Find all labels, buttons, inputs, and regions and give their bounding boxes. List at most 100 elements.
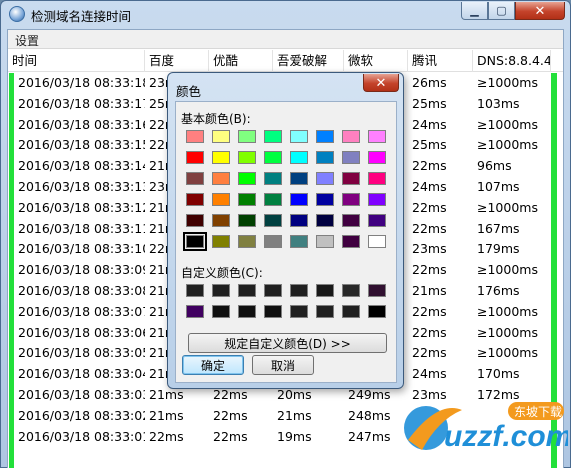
basic-color-swatch[interactable] [186, 130, 204, 143]
custom-color-swatch[interactable] [212, 305, 230, 318]
table-cell: 22ms [213, 428, 248, 444]
basic-color-swatch[interactable] [264, 151, 282, 164]
title-bar[interactable]: 检测域名连接时间 ▁ ▢ ✕ [1, 1, 570, 27]
basic-color-swatch[interactable] [290, 214, 308, 227]
basic-color-swatch[interactable] [264, 214, 282, 227]
basic-color-swatch[interactable] [264, 130, 282, 143]
custom-color-swatch[interactable] [342, 305, 360, 318]
custom-color-swatch[interactable] [186, 305, 204, 318]
basic-color-swatch[interactable] [368, 235, 386, 248]
basic-color-swatch[interactable] [316, 193, 334, 206]
basic-color-swatch[interactable] [238, 172, 256, 185]
basic-color-swatch[interactable] [186, 193, 204, 206]
basic-color-swatch[interactable] [264, 193, 282, 206]
custom-color-swatch[interactable] [264, 284, 282, 297]
basic-color-swatch[interactable] [368, 193, 386, 206]
basic-color-swatch[interactable] [212, 172, 230, 185]
cancel-button[interactable]: 取消 [252, 355, 314, 375]
basic-color-swatch[interactable] [342, 151, 360, 164]
basic-color-swatch[interactable] [290, 172, 308, 185]
basic-color-swatch[interactable] [186, 214, 204, 227]
column-header[interactable]: 微软 [344, 50, 408, 72]
table-cell: 22ms [412, 220, 447, 236]
table-cell: 176ms [477, 283, 520, 298]
basic-color-swatch[interactable] [264, 172, 282, 185]
basic-color-swatch[interactable] [368, 172, 386, 185]
basic-color-swatch[interactable] [238, 130, 256, 143]
dialog-title: 颜色 [176, 84, 202, 99]
table-cell: ≥1000ms [477, 199, 538, 215]
column-header[interactable]: 百度 [145, 50, 209, 72]
basic-colors-label: 基本颜色(B): [181, 112, 251, 126]
basic-color-swatch[interactable] [290, 130, 308, 143]
custom-color-swatch[interactable] [316, 284, 334, 297]
custom-color-swatch[interactable] [316, 305, 334, 318]
basic-color-swatch[interactable] [212, 214, 230, 227]
custom-color-swatch[interactable] [342, 284, 360, 297]
basic-color-swatch[interactable] [186, 151, 204, 164]
basic-color-swatch[interactable] [290, 235, 308, 248]
basic-color-swatch[interactable] [238, 193, 256, 206]
table-cell: 2016/03/18 08:33:04 [18, 366, 145, 382]
basic-color-swatch[interactable] [316, 214, 334, 227]
basic-color-swatch[interactable] [342, 214, 360, 227]
custom-color-swatch[interactable] [238, 284, 256, 297]
basic-color-swatch[interactable] [368, 151, 386, 164]
minimize-button[interactable]: ▁ [461, 2, 488, 20]
table-cell: 26ms [412, 75, 447, 90]
basic-color-swatch[interactable] [238, 214, 256, 227]
custom-color-swatch[interactable] [186, 284, 204, 297]
column-header[interactable]: 时间 [8, 50, 145, 72]
basic-color-swatch[interactable] [316, 235, 334, 248]
custom-color-swatch[interactable] [290, 305, 308, 318]
basic-color-swatch[interactable] [212, 235, 230, 248]
basic-color-swatch[interactable] [238, 235, 256, 248]
ok-button[interactable]: 确定 [182, 355, 244, 375]
watermark-tagline: 东坡下载 [514, 405, 562, 419]
basic-color-swatch[interactable] [316, 151, 334, 164]
table-cell: 25ms [412, 95, 447, 111]
column-header[interactable]: 吾爱破解 [273, 50, 344, 72]
table-cell: 25ms [412, 137, 447, 153]
basic-color-swatch[interactable] [290, 151, 308, 164]
table-cell: 22ms [412, 199, 447, 215]
table-cell: 22ms [213, 407, 248, 423]
basic-color-swatch[interactable] [290, 193, 308, 206]
basic-color-swatch[interactable] [212, 193, 230, 206]
basic-color-swatch[interactable] [212, 130, 230, 143]
column-header[interactable]: 优酷 [209, 50, 273, 72]
basic-color-swatch[interactable] [212, 151, 230, 164]
basic-color-swatch[interactable] [342, 235, 360, 248]
basic-color-swatch[interactable] [186, 172, 204, 185]
custom-color-swatch[interactable] [368, 305, 386, 318]
maximize-icon: ▢ [496, 5, 507, 17]
table-cell: ≥1000ms [477, 345, 538, 361]
close-button[interactable]: ✕ [515, 2, 565, 20]
app-globe-icon [9, 6, 25, 22]
basic-color-swatch[interactable] [183, 232, 207, 251]
table-cell: 23ms [412, 241, 447, 257]
basic-color-swatch[interactable] [316, 130, 334, 143]
column-header[interactable]: DNS:8.8.4.4 [473, 50, 551, 72]
custom-color-swatch[interactable] [238, 305, 256, 318]
basic-color-swatch[interactable] [238, 151, 256, 164]
custom-color-swatch[interactable] [290, 284, 308, 297]
define-custom-colors-button[interactable]: 规定自定义颜色(D) >> [188, 333, 387, 353]
menu-settings[interactable]: 设置 [15, 32, 39, 49]
basic-color-swatch[interactable] [342, 193, 360, 206]
basic-color-swatch[interactable] [264, 235, 282, 248]
custom-color-swatch[interactable] [368, 284, 386, 297]
table-cell: 21ms [412, 283, 447, 298]
maximize-button[interactable]: ▢ [488, 2, 515, 20]
basic-color-swatch[interactable] [342, 172, 360, 185]
table-cell: 24ms [412, 116, 447, 132]
custom-color-swatch[interactable] [212, 284, 230, 297]
basic-color-swatch[interactable] [342, 130, 360, 143]
column-header[interactable]: 腾讯 [408, 50, 473, 72]
custom-color-swatch[interactable] [264, 305, 282, 318]
basic-color-swatch[interactable] [316, 172, 334, 185]
basic-color-swatch[interactable] [368, 214, 386, 227]
dialog-close-button[interactable]: ✕ [363, 74, 399, 92]
minimize-icon: ▁ [470, 5, 479, 17]
basic-color-swatch[interactable] [368, 130, 386, 143]
